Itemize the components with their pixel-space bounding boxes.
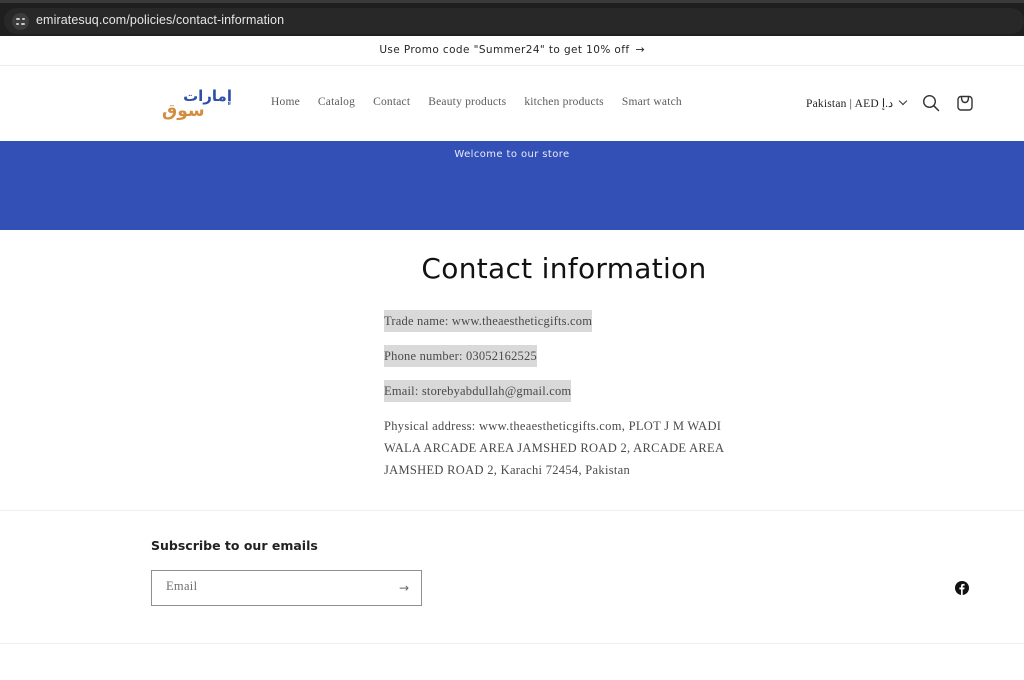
email-address: Email: storebyabdullah@gmail.com bbox=[384, 380, 572, 402]
search-button[interactable] bbox=[922, 94, 940, 112]
cart-icon bbox=[957, 95, 973, 111]
nav-kitchen-products[interactable]: kitchen products bbox=[524, 96, 604, 108]
address-bar[interactable]: emiratesuq.com/policies/contact-informat… bbox=[4, 8, 1024, 34]
address-line: Physical address: www.theaestheticgifts.… bbox=[384, 419, 722, 433]
logo-text-bottom: سوق bbox=[162, 101, 205, 121]
store-logo[interactable]: إمارات سوق bbox=[160, 87, 240, 123]
newsletter-heading: Subscribe to our emails bbox=[151, 538, 318, 553]
nav-smart-watch[interactable]: Smart watch bbox=[622, 96, 682, 108]
footer-divider bbox=[0, 510, 1024, 511]
address-line: JAMSHED ROAD 2, Karachi 72454, Pakistan bbox=[384, 463, 631, 477]
footer-divider bbox=[0, 643, 1024, 644]
nav-catalog[interactable]: Catalog bbox=[318, 96, 355, 108]
site-header: إمارات سوق Home Catalog Contact Beauty p… bbox=[0, 67, 1024, 141]
main-nav: Home Catalog Contact Beauty products kit… bbox=[271, 96, 700, 108]
facebook-link[interactable] bbox=[955, 581, 969, 595]
locale-label: Pakistan | AED د.إ bbox=[806, 98, 894, 110]
site-settings-icon[interactable] bbox=[12, 13, 29, 30]
nav-contact[interactable]: Contact bbox=[373, 96, 410, 108]
country-currency-selector[interactable]: Pakistan | AED د.إ bbox=[806, 96, 908, 110]
phone-number: Phone number: 03052162525 bbox=[384, 345, 537, 367]
nav-home[interactable]: Home bbox=[271, 96, 300, 108]
cart-button[interactable] bbox=[956, 94, 974, 112]
hero-banner: Welcome to our store bbox=[0, 141, 1024, 230]
trade-name: Trade name: www.theaestheticgifts.com bbox=[384, 310, 593, 332]
announcement-text[interactable]: Use Promo code "Summer24" to get 10% off bbox=[379, 44, 629, 56]
arrow-right-icon: → bbox=[635, 43, 645, 56]
address-line: WALA ARCADE AREA JAMSHED ROAD 2, ARCADE … bbox=[384, 441, 725, 455]
newsletter-form: → bbox=[151, 570, 422, 606]
hero-text: Welcome to our store bbox=[454, 149, 570, 160]
browser-bar: emiratesuq.com/policies/contact-informat… bbox=[0, 0, 1024, 36]
nav-beauty-products[interactable]: Beauty products bbox=[428, 96, 506, 108]
physical-address: Physical address: www.theaestheticgifts.… bbox=[384, 415, 734, 481]
contact-details: Trade name: www.theaestheticgifts.com Ph… bbox=[384, 310, 734, 481]
search-icon bbox=[922, 94, 940, 112]
newsletter-submit-button[interactable]: → bbox=[395, 580, 413, 596]
chevron-down-icon bbox=[898, 96, 908, 106]
announcement-bar[interactable]: Use Promo code "Summer24" to get 10% off… bbox=[0, 36, 1024, 66]
facebook-icon bbox=[955, 581, 969, 595]
newsletter-email-input[interactable] bbox=[166, 579, 386, 594]
url-text[interactable]: emiratesuq.com/policies/contact-informat… bbox=[36, 13, 284, 27]
page-title: Contact information bbox=[421, 252, 707, 285]
